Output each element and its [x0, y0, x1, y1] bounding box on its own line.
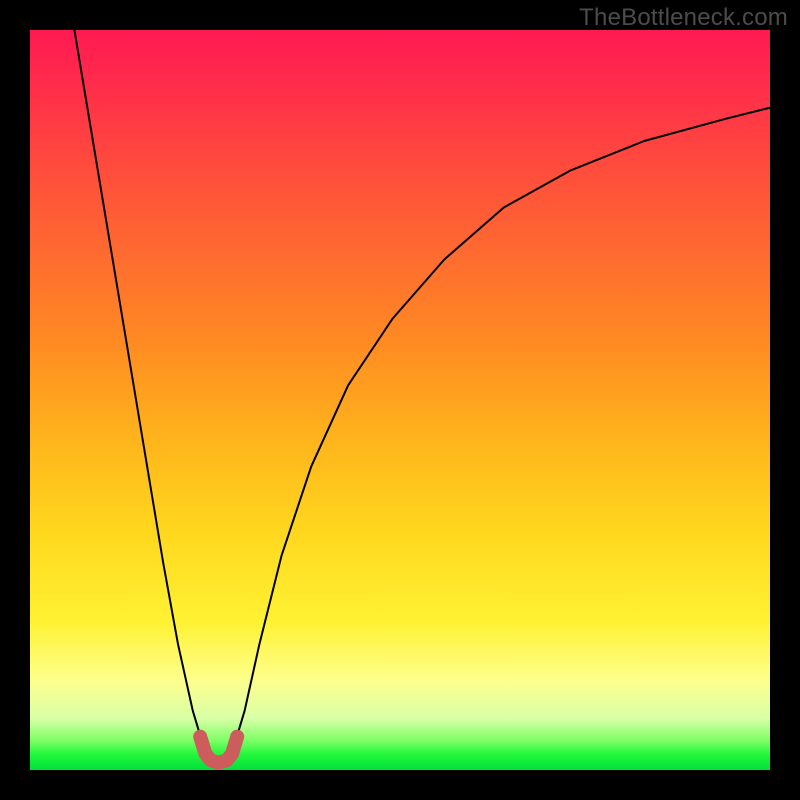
plot-area [30, 30, 770, 770]
series-left-branch [74, 30, 204, 748]
chart-frame: TheBottleneck.com [0, 0, 800, 800]
series-right-branch [234, 108, 771, 748]
watermark-text: TheBottleneck.com [579, 4, 788, 32]
series-u-marker [200, 737, 237, 763]
chart-paths [74, 30, 770, 763]
chart-svg [30, 30, 770, 770]
